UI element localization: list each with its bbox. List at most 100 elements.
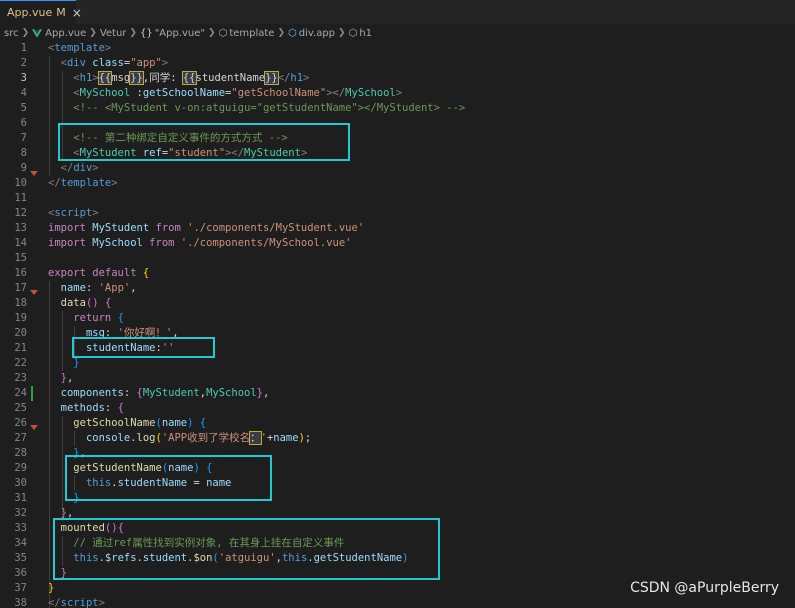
code-token: > — [161, 57, 169, 69]
line-number: 16 — [14, 267, 27, 279]
code-line[interactable]: 4 <MySchool :getSchoolName="getSchoolNam… — [0, 86, 795, 101]
code-line[interactable]: 38 </script> — [0, 596, 795, 608]
code-line[interactable]: 11 — [0, 191, 795, 206]
line-number: 38 — [14, 597, 27, 608]
code-token: export — [48, 267, 86, 279]
line-number: 2 — [20, 57, 27, 69]
code-text: }, — [48, 371, 74, 386]
code-line[interactable]: 26 getSchoolName(name) { — [0, 416, 795, 431]
code-token: ,同学: — [142, 72, 183, 84]
code-token: data — [60, 297, 86, 309]
code-token: MySchool — [92, 237, 143, 249]
code-token: , — [130, 282, 137, 294]
code-token: } — [48, 582, 55, 594]
breadcrumb-item-file[interactable]: App.vue — [45, 28, 86, 39]
code-text: <h1>{{msg}},同学: {{studentName}}</h1> — [48, 71, 309, 86]
line-number: 8 — [20, 147, 27, 159]
code-line[interactable]: 18 data() { — [0, 296, 795, 311]
line-number: 36 — [14, 567, 27, 579]
highlight-box-get-student-name — [65, 455, 272, 501]
breadcrumb-item-div[interactable]: div.app — [299, 28, 335, 39]
code-token: div — [73, 162, 93, 174]
code-token: MySchool — [345, 87, 396, 99]
chevron-right-icon: ❯ — [129, 28, 137, 38]
highlight-box-mounted — [53, 518, 440, 580]
tab-bar: App.vue M × — [0, 0, 795, 24]
code-line[interactable]: 14 import MySchool from './components/MyS… — [0, 236, 795, 251]
code-token: } — [73, 357, 80, 369]
chevron-right-icon: ❯ — [208, 28, 216, 38]
line-number: 33 — [14, 522, 27, 534]
code-token: methods — [60, 402, 105, 414]
breadcrumb-item-module[interactable]: "App.vue" — [155, 28, 205, 39]
code-token: > — [92, 162, 99, 174]
line-number: 19 — [14, 312, 27, 324]
code-line[interactable]: 25 methods: { — [0, 401, 795, 416]
close-icon[interactable]: × — [72, 6, 82, 20]
breadcrumb-item-src[interactable]: src — [4, 28, 19, 39]
modified-badge: M — [56, 6, 66, 19]
code-line[interactable]: 16 export default { — [0, 266, 795, 281]
code-token: : — [123, 387, 137, 399]
code-token: { — [142, 267, 150, 279]
line-number: 10 — [14, 177, 27, 189]
code-line[interactable]: 15 — [0, 251, 795, 266]
breadcrumb-item-h1[interactable]: h1 — [359, 28, 372, 39]
code-line[interactable]: 13 import MyStudent from './components/My… — [0, 221, 795, 236]
code-line[interactable]: 10 </template> — [0, 176, 795, 191]
code-text: </template> — [48, 176, 118, 191]
code-token: name — [60, 282, 86, 294]
code-token: MyStudent — [92, 222, 150, 234]
code-token: > — [104, 42, 112, 54]
code-line[interactable]: 12 <script> — [0, 206, 795, 221]
code-token: console — [85, 432, 131, 444]
tab-filename: App.vue — [7, 6, 53, 19]
code-token: , — [66, 372, 74, 384]
line-number: 29 — [14, 462, 27, 474]
line-number: 18 — [14, 297, 27, 309]
code-token: h1 — [79, 72, 93, 84]
code-line[interactable]: 22 } — [0, 356, 795, 371]
code-line[interactable]: 17 name: 'App', — [0, 281, 795, 296]
code-line[interactable]: 5 <!-- <MyStudent v-on:atguigu="getStude… — [0, 101, 795, 116]
code-line[interactable]: 1 <template> — [0, 41, 795, 56]
code-token: > — [395, 87, 403, 99]
code-line[interactable]: 3 <h1>{{msg}},同学: {{studentName}}</h1> — [0, 71, 795, 86]
code-token: {{ — [97, 71, 113, 85]
line-number: 13 — [14, 222, 27, 234]
code-token: }} — [129, 71, 144, 85]
code-line[interactable]: 2 <div class="app"> — [0, 56, 795, 71]
line-number: 4 — [20, 87, 27, 99]
code-line[interactable]: 9 </div> — [0, 161, 795, 176]
breadcrumb-item-vetur[interactable]: Vetur — [100, 28, 127, 39]
code-line[interactable]: 27 console.log('APP收到了学校名：'+name); — [0, 431, 795, 446]
breadcrumb-item-template[interactable]: template — [229, 28, 274, 39]
code-editor[interactable]: 1 <template> 2 <div class="app"> 3 <h1>{{ms… — [0, 41, 795, 608]
code-text: return { — [48, 311, 124, 326]
code-line[interactable]: 23 }, — [0, 371, 795, 386]
code-token: 'APP收到了学校名 — [161, 432, 251, 444]
line-number: 21 — [14, 342, 27, 354]
line-number: 3 — [20, 72, 27, 84]
code-token: </ — [48, 177, 61, 189]
code-token: './components/MySchool.vue' — [180, 237, 352, 249]
highlight-box-ref-binding — [58, 123, 350, 161]
code-text: import MyStudent from './components/MySt… — [48, 221, 364, 236]
line-number: 7 — [20, 132, 27, 144]
code-line[interactable]: 19 return { — [0, 311, 795, 326]
code-line[interactable]: 24 components: {MyStudent,MySchool}, — [0, 386, 795, 401]
code-token: { — [117, 312, 124, 324]
line-number: 34 — [14, 537, 27, 549]
code-token: name — [161, 417, 188, 429]
code-text: data() { — [48, 296, 112, 311]
code-text: <!-- <MyStudent v-on:atguigu="getStudent… — [48, 101, 465, 116]
tab-app-vue[interactable]: App.vue M × — [0, 0, 82, 24]
code-token: MySchool — [79, 87, 131, 99]
code-token: import — [48, 237, 86, 249]
